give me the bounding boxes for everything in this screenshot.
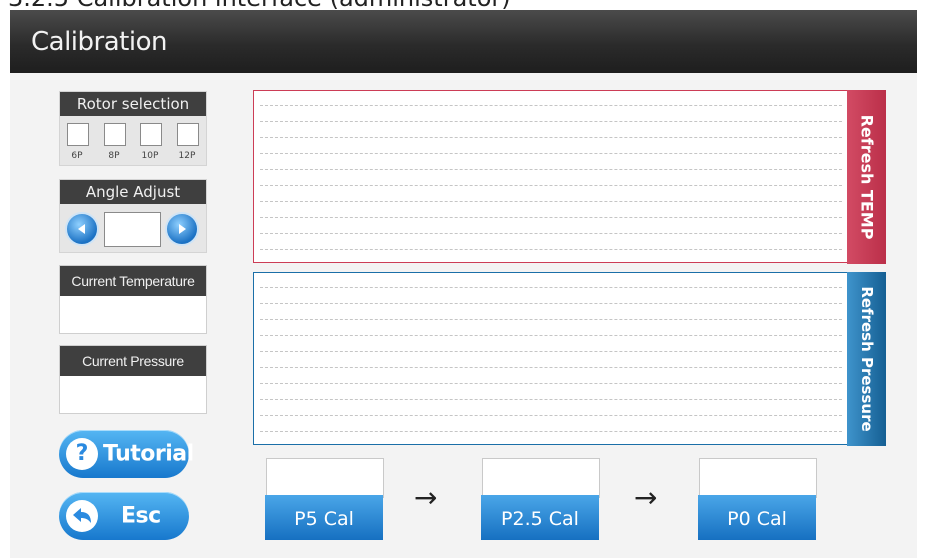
rotor-option-10p[interactable] [140,123,162,146]
grid-line [260,137,842,138]
angle-adjust-title: Angle Adjust [60,180,206,204]
grid-line [260,121,842,122]
rotor-selection-title: Rotor selection [60,92,206,116]
current-temperature-panel: Current Temperature [59,265,207,334]
rotor-option-label: 6P [71,151,83,161]
current-pressure-label: Current Pressure [60,346,206,376]
rotor-option-12p[interactable] [177,123,199,146]
angle-decrease-button[interactable] [65,212,99,246]
grid-line [260,153,842,154]
grid-line [260,367,842,368]
grid-line [260,287,842,288]
grid-line [260,217,842,218]
grid-line [260,249,842,250]
rotor-option-label: 10P [141,151,159,161]
question-icon: ? [66,438,98,470]
grid-line [260,431,842,432]
angle-value-field[interactable] [104,212,161,247]
page-title: Calibration [31,27,167,57]
grid-line [260,185,842,186]
current-temperature-label: Current Temperature [60,266,206,296]
p2-5-cal-value-field[interactable] [482,458,600,498]
grid-line [260,415,842,416]
current-pressure-value [60,376,206,413]
grid-line [260,399,842,400]
title-bar: Calibration [10,10,917,73]
p0-cal-value-field[interactable] [699,458,817,498]
tutorial-button-label: Tutorial [103,441,194,467]
rotor-option-6p[interactable] [67,123,89,146]
grid-line [260,169,842,170]
refresh-temp-label: Refresh TEMP [857,114,876,240]
grid-line [260,233,842,234]
grid-line [260,335,842,336]
angle-increase-button[interactable] [165,212,199,246]
refresh-pressure-label: Refresh Pressure [857,286,876,432]
back-arrow-icon-graphic [73,508,91,523]
grid-line [260,383,842,384]
p2-5-cal-button[interactable]: P2.5 Cal [481,495,599,540]
left-arrow-icon [78,224,85,234]
grid-line [260,303,842,304]
rotor-option-label: 12P [178,151,196,161]
esc-button[interactable]: Esc [59,492,189,540]
back-arrow-icon [66,500,98,532]
refresh-pressure-button[interactable]: Refresh Pressure [847,272,886,446]
p0-cal-button[interactable]: P0 Cal [698,495,816,540]
grid-line [260,351,842,352]
grid-line [260,201,842,202]
rotor-option-label: 8P [108,151,120,161]
grid-line [260,319,842,320]
arrow-right-icon: → [634,481,658,514]
current-pressure-panel: Current Pressure [59,345,207,414]
p5-cal-value-field[interactable] [266,458,384,498]
refresh-temp-button[interactable]: Refresh TEMP [847,90,886,264]
rotor-option-8p[interactable] [104,123,126,146]
grid-line [260,105,842,106]
arrow-right-icon: → [414,481,438,514]
right-arrow-icon [179,224,186,234]
temperature-plot [253,90,848,263]
current-temperature-value [60,296,206,333]
pressure-plot [253,272,848,445]
p5-cal-button[interactable]: P5 Cal [265,495,383,540]
esc-button-label: Esc [121,503,161,529]
tutorial-button[interactable]: ? Tutorial [59,430,194,478]
